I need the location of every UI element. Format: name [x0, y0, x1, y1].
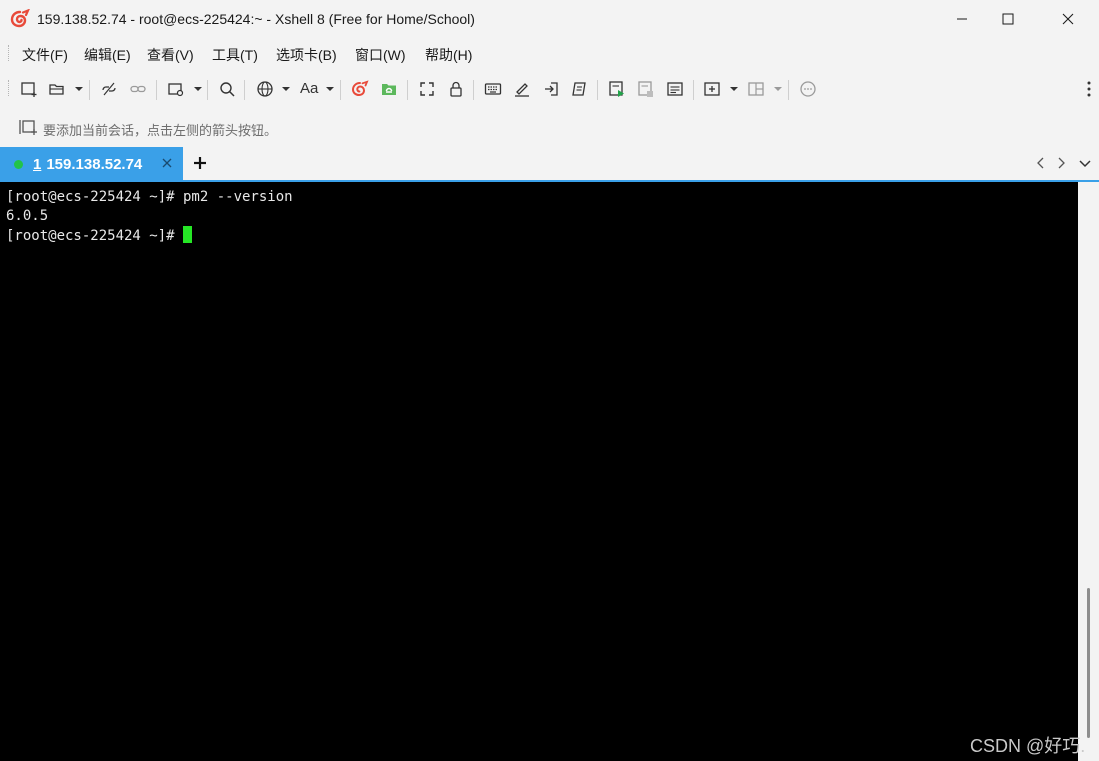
encoding-dropdown-arrow[interactable] [282, 87, 290, 91]
font-dropdown-arrow[interactable] [326, 87, 334, 91]
terminal-prompt: [root@ecs-225424 ~]# [6, 228, 175, 244]
tab-session-1[interactable]: 1 159.138.52.74 [0, 147, 183, 180]
scrollbar-thumb[interactable] [1087, 588, 1090, 738]
terminal-output[interactable]: [root@ecs-225424 ~]# pm2 --version 6.0.5… [0, 182, 1078, 761]
menu-edit[interactable]: 编辑(E) [84, 45, 131, 65]
terminal-cursor [182, 226, 192, 243]
script-button[interactable] [568, 78, 590, 100]
fullscreen-icon [420, 82, 434, 96]
script-icon [572, 82, 586, 96]
chat-icon [800, 81, 816, 97]
add-button[interactable] [701, 78, 723, 100]
minimize-button[interactable] [939, 0, 985, 38]
new-tab-dropdown-arrow[interactable] [194, 87, 202, 91]
xshell-icon [351, 80, 369, 97]
new-tab-icon [168, 83, 184, 97]
run-script-icon [609, 81, 624, 97]
reconnect-icon [130, 85, 146, 93]
menu-window[interactable]: 窗口(W) [355, 45, 406, 65]
maximize-button[interactable] [985, 0, 1031, 38]
tab-scroll-right-icon[interactable] [1054, 156, 1068, 170]
add-session-arrow-icon[interactable] [18, 118, 38, 136]
watermark: CSDN @好巧. [970, 736, 1086, 756]
menu-tools[interactable]: 工具(T) [212, 45, 258, 65]
window-title: 159.138.52.74 - root@ecs-225424:~ - Xshe… [37, 11, 475, 27]
terminal-scrollbar[interactable] [1078, 182, 1099, 761]
keyboard-icon [484, 83, 502, 95]
xftp-button[interactable] [378, 78, 400, 100]
title-bar: 159.138.52.74 - root@ecs-225424:~ - Xshe… [0, 0, 1099, 38]
disconnect-icon [102, 82, 116, 96]
xshell-logo-icon [10, 9, 30, 28]
menu-tabs[interactable]: 选项卡(B) [276, 45, 337, 65]
terminal-line: 6.0.5 [6, 208, 49, 224]
reconnect-button[interactable] [127, 78, 149, 100]
disconnect-button[interactable] [98, 78, 120, 100]
layout-icon [748, 82, 764, 96]
fullscreen-button[interactable] [416, 78, 438, 100]
log-icon [638, 81, 653, 97]
menu-view[interactable]: 查看(V) [147, 45, 194, 65]
compose-icon [667, 82, 683, 96]
open-button[interactable] [46, 78, 68, 100]
highlight-icon [515, 83, 529, 97]
terminal-prompt-line: [root@ecs-225424 ~]# [6, 226, 192, 245]
search-button[interactable] [216, 78, 238, 100]
new-tab-button[interactable] [165, 78, 187, 100]
tab-list-chevron-down-icon[interactable] [1078, 156, 1092, 170]
menu-file[interactable]: 文件(F) [22, 45, 68, 65]
globe-icon [257, 81, 273, 97]
close-button[interactable] [1045, 0, 1091, 38]
compose-button[interactable] [664, 78, 686, 100]
hint-text: 要添加当前会话，点击左侧的箭头按钮。 [43, 123, 278, 138]
session-hint-bar: 要添加当前会话，点击左侧的箭头按钮。 [0, 114, 1099, 140]
highlight-button[interactable] [511, 78, 533, 100]
lock-button[interactable] [445, 78, 467, 100]
toolbar: Aa [0, 74, 1099, 104]
tab-bar: 1 159.138.52.74 [0, 147, 1099, 182]
minimize-icon [957, 18, 967, 20]
lock-icon [450, 81, 462, 97]
new-tab-plus-icon[interactable] [190, 153, 210, 173]
menu-help[interactable]: 帮助(H) [425, 45, 472, 65]
layout-dropdown-arrow[interactable] [774, 87, 782, 91]
search-icon [220, 82, 235, 97]
send-button[interactable] [540, 78, 562, 100]
add-icon [704, 82, 720, 96]
log-button[interactable] [635, 78, 657, 100]
toolbar-grip [8, 80, 11, 96]
add-dropdown-arrow[interactable] [730, 87, 738, 91]
layout-button[interactable] [745, 78, 767, 100]
tab-close-icon[interactable] [160, 156, 174, 170]
more-options-icon[interactable] [1087, 80, 1091, 98]
xshell-button[interactable] [349, 78, 371, 100]
new-session-icon [21, 82, 37, 97]
xftp-icon [382, 84, 396, 95]
run-script-button[interactable] [606, 78, 628, 100]
font-button[interactable]: Aa [300, 80, 318, 97]
new-session-button[interactable] [18, 78, 40, 100]
tab-number: 1 [33, 156, 42, 173]
open-dropdown-arrow[interactable] [75, 87, 83, 91]
connection-status-dot [14, 160, 23, 169]
tab-label: 159.138.52.74 [46, 156, 143, 173]
chat-button[interactable] [797, 78, 819, 100]
close-icon [1062, 13, 1074, 25]
maximize-icon [1002, 13, 1014, 25]
tab-scroll-left-icon[interactable] [1034, 156, 1048, 170]
open-icon [49, 84, 64, 95]
menu-bar: 文件(F) 编辑(E) 查看(V) 工具(T) 选项卡(B) 窗口(W) 帮助(… [0, 40, 1099, 66]
encoding-button[interactable] [254, 78, 276, 100]
terminal-line: [root@ecs-225424 ~]# pm2 --version [6, 189, 293, 205]
keyboard-button[interactable] [482, 78, 504, 100]
menu-grip [8, 45, 11, 61]
send-icon [545, 82, 558, 96]
